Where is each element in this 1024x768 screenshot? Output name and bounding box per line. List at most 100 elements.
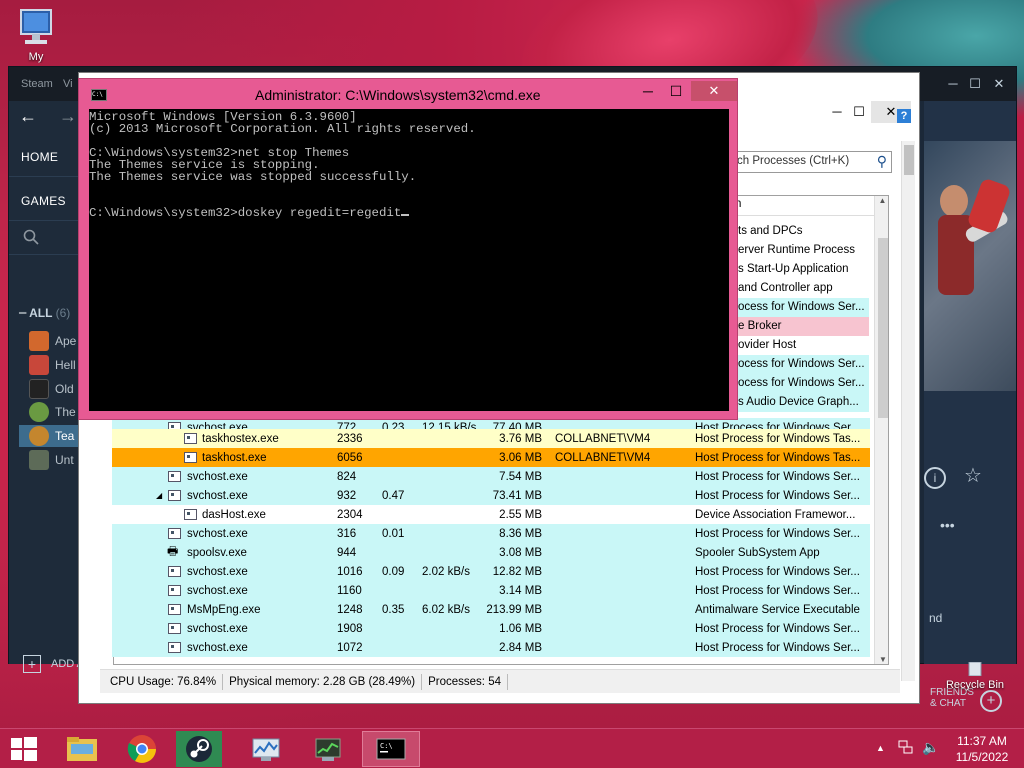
process-search-placeholder: ch Processes (Ctrl+K)	[737, 155, 850, 167]
process-user: COLLABNET\VM4	[555, 451, 651, 464]
taskbar-cmd[interactable]: C:\	[362, 731, 420, 767]
desc-peek-row[interactable]: s Audio Device Graph...	[738, 393, 869, 412]
close-button[interactable]: ✕	[691, 81, 737, 101]
expand-triangle-icon[interactable]: ◢	[156, 491, 162, 500]
console-input-line[interactable]: C:\Windows\system32>doskey regedit=reged…	[89, 207, 729, 219]
table-row-selected[interactable]: taskhost.exe 6056 3.06 MB COLLABNET\VM4 Host…	[112, 448, 870, 467]
process-icon	[168, 490, 181, 501]
table-row[interactable]: svchost.exe 1908 1.06 MB Host Process for W…	[112, 619, 870, 638]
back-arrow-icon[interactable]: ←	[19, 106, 37, 127]
process-description: Device Association Framewor...	[695, 508, 856, 521]
steam-add-game[interactable]: + ADD A	[23, 655, 84, 673]
process-description: Host Process for Windows Ser...	[695, 565, 860, 578]
table-row[interactable]: taskhostex.exe 2336 3.76 MB COLLABNET\VM4 Ho…	[112, 429, 870, 448]
scroll-down-arrow-icon[interactable]: ▼	[875, 655, 888, 664]
table-row[interactable]: svchost.exe 824 7.54 MB Host Process for Wi…	[112, 467, 870, 486]
steam-filter-all[interactable]: ━ ALL (6)	[19, 306, 70, 320]
taskbar-process-explorer[interactable]	[304, 731, 352, 767]
process-memory: 7.54 MB	[499, 470, 542, 483]
info-icon[interactable]: i	[924, 467, 946, 489]
game-hero-art	[924, 141, 1016, 391]
desc-peek-row[interactable]: ocess for Windows Ser...	[738, 298, 869, 317]
table-row[interactable]: 🖶 spoolsv.exe 944 3.08 MB Spooler SubSystem …	[112, 543, 870, 562]
process-memory: 1.06 MB	[499, 622, 542, 635]
steam-maximize-button[interactable]: ☐	[963, 73, 987, 95]
start-button[interactable]	[0, 731, 48, 767]
game-icon	[29, 450, 49, 470]
cmd-title-text: Administrator: C:\Windows\system32\cmd.e…	[255, 87, 541, 103]
taskbar-chrome[interactable]	[118, 731, 166, 767]
taskbar-steam[interactable]	[176, 731, 222, 767]
maximize-button[interactable]: ☐	[663, 83, 689, 100]
desktop-icon-recycle-bin[interactable]: Recycle Bin	[940, 661, 1010, 691]
table-row[interactable]: ◢ svchost.exe 932 0.47 73.41 MB Host Process …	[112, 486, 870, 505]
process-vscrollbar[interactable]: ▲ ▼	[874, 196, 888, 664]
process-cpu: 0.01	[382, 527, 405, 540]
inner-window-controls: ─ ☐ ✕	[729, 101, 914, 123]
process-search-box[interactable]: ch Processes (Ctrl+K) ⚲	[734, 151, 892, 173]
status-cpu-usage: CPU Usage: 76.84%	[100, 673, 224, 690]
desc-peek-row[interactable]: ts and DPCs	[738, 222, 869, 241]
add-friend-icon[interactable]: +	[980, 690, 1002, 712]
process-name: dasHost.exe	[202, 508, 266, 521]
process-cpu: 0.47	[382, 489, 405, 502]
minimize-button[interactable]: ─	[635, 83, 661, 99]
clock[interactable]: 11:37 AM 11/5/2022	[952, 733, 1012, 765]
help-icon[interactable]: ?	[897, 109, 911, 123]
printer-icon: 🖶	[167, 544, 179, 558]
desc-peek-row[interactable]: ovider Host	[738, 336, 869, 355]
steam-minimize-button[interactable]: ─	[941, 73, 965, 95]
game-label: The	[55, 405, 76, 419]
star-icon[interactable]: ☆	[964, 463, 982, 488]
maximize-button[interactable]: ☐	[847, 101, 871, 123]
game-label: Old	[55, 382, 74, 396]
desc-peek-row[interactable]: erver Runtime Process	[738, 241, 869, 260]
process-name: svchost.exe	[187, 565, 248, 578]
scrollbar-thumb[interactable]	[878, 238, 888, 418]
process-icon	[168, 623, 181, 634]
process-pid: 1248	[337, 603, 363, 616]
tray-show-hidden-icon[interactable]: ▲	[876, 743, 885, 753]
game-label: Tea	[55, 429, 75, 443]
table-row[interactable]: MsMpEng.exe 1248 0.35 6.02 kB/s 213.99 MB Ant…	[112, 600, 870, 619]
desc-peek-row[interactable]: e Broker	[738, 317, 869, 336]
desc-peek-row[interactable]: ocess for Windows Ser...	[738, 374, 869, 393]
process-pid: 6056	[337, 451, 363, 464]
process-description: Host Process for Windows Ser...	[695, 527, 860, 540]
scroll-up-arrow-icon[interactable]: ▲	[875, 196, 888, 205]
scrollbar-right[interactable]	[901, 141, 915, 681]
process-memory: 2.84 MB	[499, 641, 542, 654]
desc-peek-row[interactable]: and Controller app	[738, 279, 869, 298]
cmd-titlebar[interactable]: C:\ Administrator: C:\Windows\system32\c…	[79, 79, 737, 109]
process-cpu: 0.35	[382, 603, 405, 616]
process-memory: 2.55 MB	[499, 508, 542, 521]
table-row[interactable]: dasHost.exe 2304 2.55 MB Device Association…	[112, 505, 870, 524]
table-row[interactable]: svchost.exe 316 0.01 8.36 MB Host Process fo…	[112, 524, 870, 543]
desc-peek-row[interactable]: ocess for Windows Ser...	[738, 355, 869, 374]
table-row[interactable]: svchost.exe 1072 2.84 MB Host Process for W…	[112, 638, 870, 657]
desktop-icon-my-computer[interactable]: My Computer	[4, 6, 68, 63]
minimize-button[interactable]: ─	[825, 101, 849, 123]
network-icon[interactable]	[898, 739, 914, 758]
cmd-console[interactable]: Microsoft Windows [Version 6.3.9600] (c)…	[89, 109, 729, 411]
taskbar-resource-monitor[interactable]	[242, 731, 290, 767]
steam-game-panel: i ☆ ••• nd FRIENDS & CHAT +	[924, 101, 1016, 712]
column-header-description[interactable]: ion	[724, 198, 874, 216]
desc-peek-row[interactable]: s Start-Up Application	[738, 260, 869, 279]
svg-text:C:\: C:\	[380, 742, 393, 750]
table-row[interactable]: svchost.exe 1016 0.09 2.02 kB/s 12.82 MB Host…	[112, 562, 870, 581]
process-memory: 3.76 MB	[499, 432, 542, 445]
process-description: Host Process for Windows Ser...	[695, 470, 860, 483]
game-label: Hell	[55, 358, 76, 372]
cmd-window[interactable]: C:\ Administrator: C:\Windows\system32\c…	[78, 78, 738, 420]
collapse-icon: ━	[19, 306, 27, 320]
steam-close-button[interactable]: ✕	[987, 73, 1011, 95]
table-row[interactable]: svchost.exe 1160 3.14 MB Host Process for W…	[112, 581, 870, 600]
volume-icon[interactable]: 🔈	[922, 739, 939, 756]
more-options-icon[interactable]: •••	[940, 517, 955, 533]
windows-logo-icon	[11, 737, 37, 761]
scrollbar-thumb[interactable]	[904, 145, 914, 175]
process-name: taskhost.exe	[202, 451, 267, 464]
taskbar-file-explorer[interactable]	[58, 731, 106, 767]
forward-arrow-icon[interactable]: →	[59, 106, 77, 127]
